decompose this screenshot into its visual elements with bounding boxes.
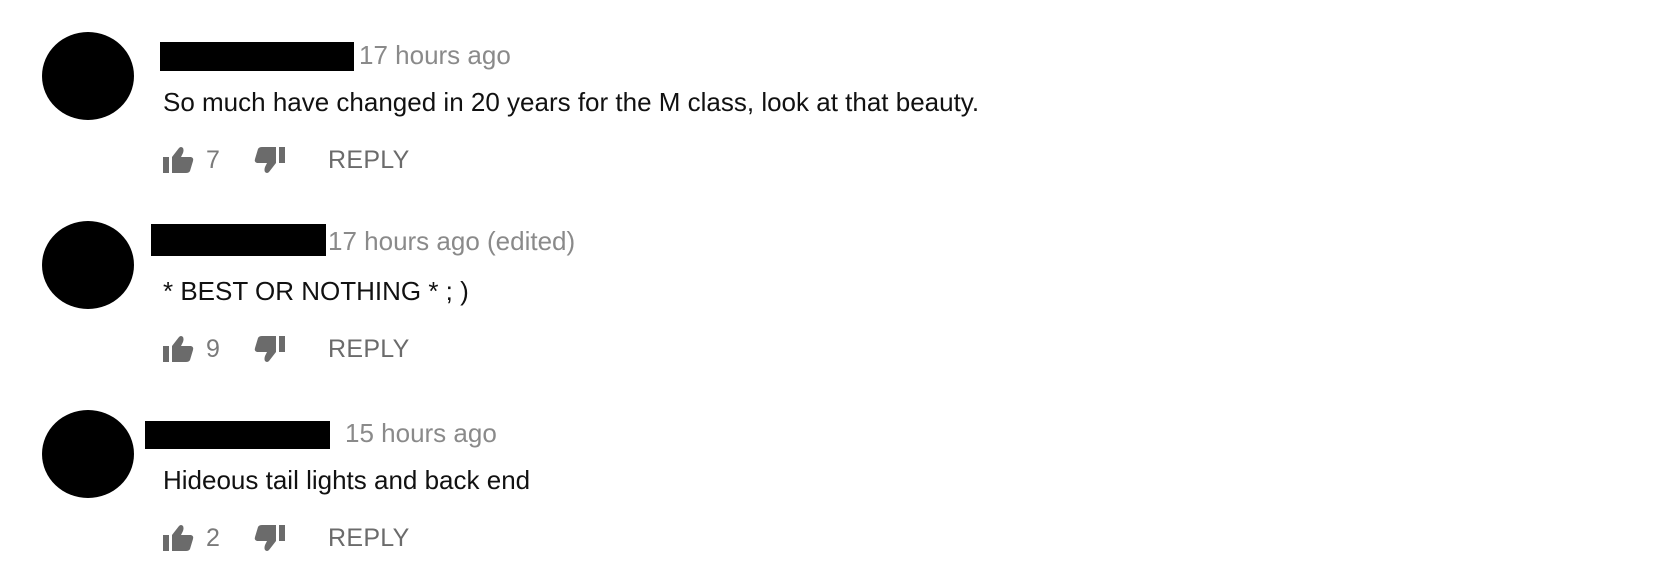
comment-thread: 17 hours ago (edited) * BEST OR NOTHING … xyxy=(0,189,1658,367)
comment-timestamp[interactable]: 17 hours ago (edited) xyxy=(328,225,575,257)
thumbs-up-icon xyxy=(162,524,194,552)
reply-button[interactable]: REPLY xyxy=(328,143,410,177)
dislike-button[interactable] xyxy=(252,521,288,555)
author-name-redacted[interactable] xyxy=(151,224,326,256)
comment-thread: 17 hours ago So much have changed in 20 … xyxy=(0,0,1658,178)
avatar[interactable] xyxy=(42,32,134,120)
author-name-redacted[interactable] xyxy=(145,421,330,449)
like-count: 9 xyxy=(206,334,220,363)
dislike-button[interactable] xyxy=(252,332,288,366)
thumbs-up-icon xyxy=(162,335,194,363)
comment-text: So much have changed in 20 years for the… xyxy=(163,87,980,117)
comment-actions: 2 REPLY xyxy=(160,521,410,555)
avatar[interactable] xyxy=(42,410,134,498)
comment-text: Hideous tail lights and back end xyxy=(163,465,531,495)
comment-actions: 7 REPLY xyxy=(160,143,410,177)
thumbs-down-icon xyxy=(254,146,286,174)
author-name-redacted[interactable] xyxy=(160,42,354,71)
like-count: 7 xyxy=(206,145,220,174)
reply-button[interactable]: REPLY xyxy=(328,521,410,555)
comment-thread: 15 hours ago Hideous tail lights and bac… xyxy=(0,378,1658,556)
like-button[interactable] xyxy=(160,332,196,366)
like-count: 2 xyxy=(206,523,220,552)
comment-timestamp[interactable]: 15 hours ago xyxy=(345,417,497,449)
like-button[interactable] xyxy=(160,521,196,555)
comment-text: * BEST OR NOTHING * ; ) xyxy=(163,276,469,306)
dislike-button[interactable] xyxy=(252,143,288,177)
comment-timestamp[interactable]: 17 hours ago xyxy=(359,39,511,71)
thumbs-down-icon xyxy=(254,524,286,552)
comment-list: 17 hours ago So much have changed in 20 … xyxy=(0,0,1658,567)
avatar[interactable] xyxy=(42,221,134,309)
like-button[interactable] xyxy=(160,143,196,177)
reply-button[interactable]: REPLY xyxy=(328,332,410,366)
thumbs-up-icon xyxy=(162,146,194,174)
comment-actions: 9 REPLY xyxy=(160,332,410,366)
thumbs-down-icon xyxy=(254,335,286,363)
